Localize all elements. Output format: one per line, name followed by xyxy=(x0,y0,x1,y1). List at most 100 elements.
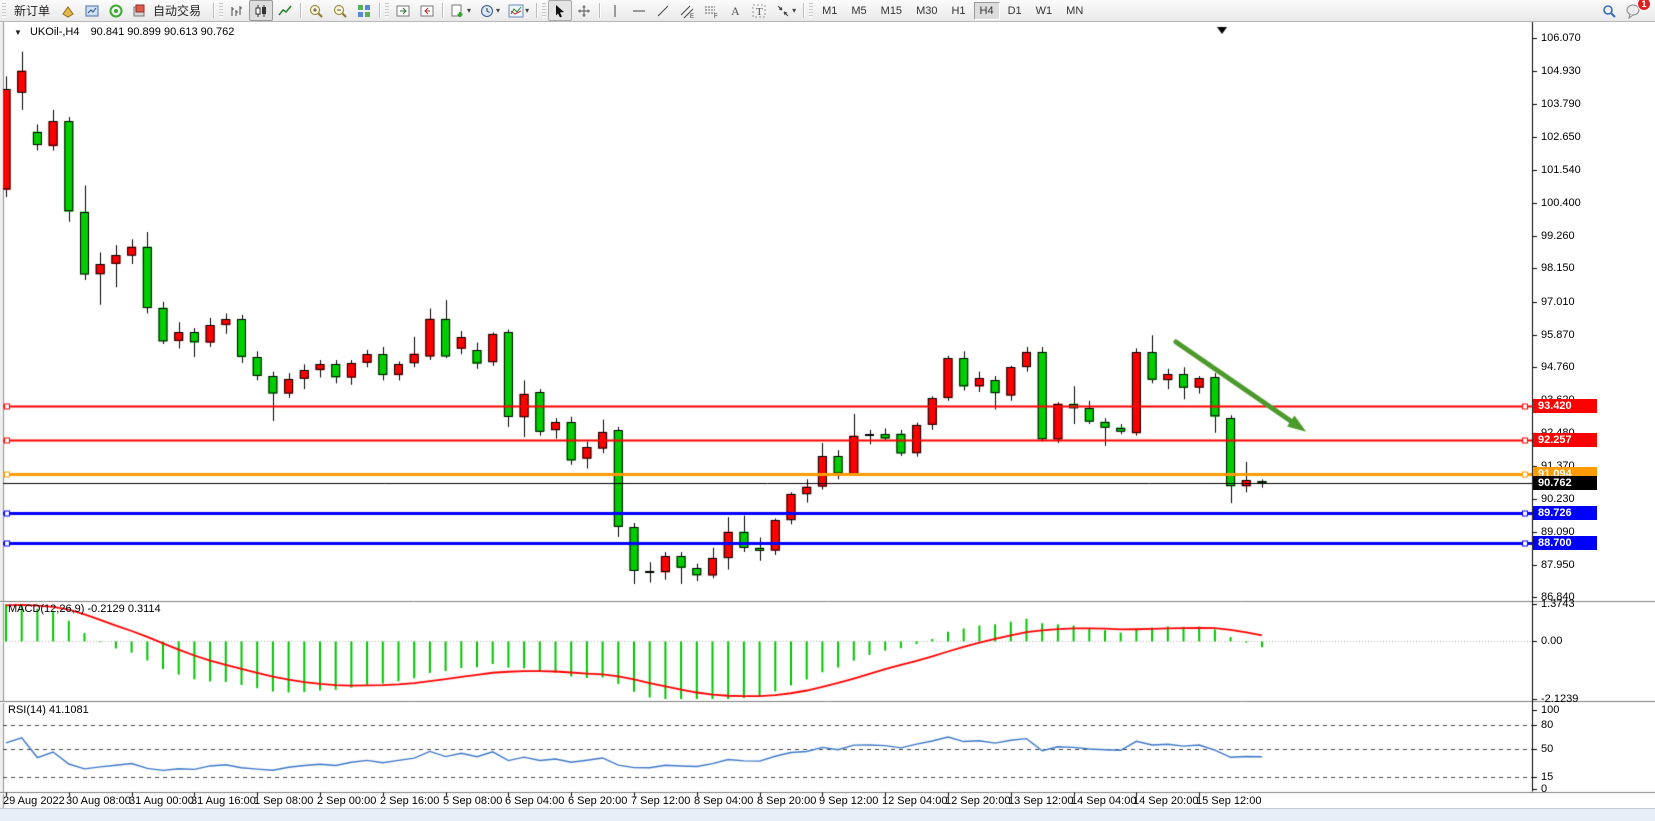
indicators-icon[interactable]: ▾ xyxy=(504,0,533,21)
time-tick-label: 6 Sep 20:00 xyxy=(568,795,627,807)
main-chart-canvas[interactable] xyxy=(0,0,1655,821)
price-tick-label: 106.070 xyxy=(1541,32,1581,44)
zoom-in-icon[interactable] xyxy=(304,0,328,21)
time-tick-label: 29 Aug 2022 xyxy=(3,795,65,807)
zoom-out-icon[interactable] xyxy=(328,0,352,21)
rsi-tick-label: 0 xyxy=(1541,783,1547,795)
separator xyxy=(599,3,600,18)
svg-text:F: F xyxy=(714,14,718,19)
separator xyxy=(442,3,443,18)
price-tick-label: 101.540 xyxy=(1541,164,1581,176)
text-label-tool-icon[interactable]: T xyxy=(747,0,771,21)
dropdown-caret[interactable]: ▾ xyxy=(525,6,529,15)
price-level-tag[interactable]: 88.700 xyxy=(1533,536,1597,550)
price-tick-label: 99.260 xyxy=(1541,230,1575,242)
timeframe-m15[interactable]: M15 xyxy=(875,2,908,20)
time-tick-label: 5 Sep 08:00 xyxy=(443,795,502,807)
search-icon[interactable] xyxy=(1597,0,1621,21)
time-tick-label: 7 Sep 12:00 xyxy=(631,795,690,807)
new-order-button[interactable]: 新订单 xyxy=(8,0,56,21)
dropdown-caret[interactable]: ▾ xyxy=(496,6,500,15)
macd-tick-label: 0.00 xyxy=(1541,635,1562,647)
new-chart-icon[interactable]: ▾ xyxy=(446,0,475,21)
timeframe-mn[interactable]: MN xyxy=(1060,2,1089,20)
price-tick-label: 102.650 xyxy=(1541,131,1581,143)
timeframe-d1[interactable]: D1 xyxy=(1002,2,1028,20)
separator xyxy=(379,3,380,18)
notification-badge: 1 xyxy=(1637,0,1651,11)
time-tick-label: 31 Aug 16:00 xyxy=(191,795,256,807)
time-tick-label: 12 Sep 04:00 xyxy=(882,795,947,807)
tile-windows-icon[interactable] xyxy=(352,0,376,21)
toolbar-grip[interactable] xyxy=(385,3,389,18)
arrows-tool-icon[interactable]: ▾ xyxy=(771,0,800,21)
timeframe-m1[interactable]: M1 xyxy=(816,2,843,20)
separator xyxy=(536,3,537,18)
channel-tool-icon[interactable]: E xyxy=(675,0,699,21)
period-clock-icon[interactable]: ▾ xyxy=(475,0,504,21)
timeframe-h1[interactable]: H1 xyxy=(945,2,971,20)
price-tick-label: 87.950 xyxy=(1541,559,1575,571)
separator xyxy=(803,3,804,18)
svg-text:E: E xyxy=(690,14,694,19)
horizontal-line-tool-icon[interactable] xyxy=(627,0,651,21)
price-tick-label: 97.010 xyxy=(1541,296,1575,308)
time-tick-label: 8 Sep 04:00 xyxy=(694,795,753,807)
separator xyxy=(300,3,301,18)
toolbar-grip[interactable] xyxy=(219,3,223,18)
price-level-tag[interactable]: 92.257 xyxy=(1533,433,1597,447)
chart-symbol-period: UKOil-,H4 xyxy=(30,26,80,38)
bar-chart-mode-icon[interactable] xyxy=(225,0,249,21)
svg-text:T: T xyxy=(756,6,763,18)
rsi-tick-label: 15 xyxy=(1541,771,1553,783)
auto-scroll-icon[interactable] xyxy=(391,0,415,21)
separator xyxy=(213,3,214,18)
candlestick-mode-icon[interactable] xyxy=(249,0,273,21)
text-tool-icon[interactable]: A xyxy=(723,0,747,21)
chart-ohlc-values: 90.841 90.899 90.613 90.762 xyxy=(91,26,235,38)
chart-title[interactable]: ▼ UKOil-,H4 90.841 90.899 90.613 90.762 xyxy=(14,26,234,38)
market-watch-icon[interactable] xyxy=(80,0,104,21)
time-tick-label: 31 Aug 00:00 xyxy=(129,795,194,807)
time-tick-label: 8 Sep 20:00 xyxy=(757,795,816,807)
orders-icon[interactable] xyxy=(56,0,80,21)
vertical-line-tool-icon[interactable] xyxy=(603,0,627,21)
trendline-tool-icon[interactable] xyxy=(651,0,675,21)
price-tick-label: 104.930 xyxy=(1541,65,1581,77)
time-tick-label: 2 Sep 16:00 xyxy=(380,795,439,807)
signals-icon[interactable] xyxy=(104,0,128,21)
rsi-indicator-label: RSI(14) 41.1081 xyxy=(8,704,89,716)
toolbar: 新订单 自动交易 ▾ ▾ ▾ E F A T ▾ M xyxy=(0,0,1655,22)
chart-shift-icon[interactable] xyxy=(415,0,439,21)
timeframe-h4[interactable]: H4 xyxy=(974,2,1000,20)
chart-menu-caret-icon[interactable]: ▼ xyxy=(14,28,22,37)
line-chart-mode-icon[interactable] xyxy=(273,0,297,21)
dropdown-caret[interactable]: ▾ xyxy=(792,6,796,15)
price-level-tag[interactable]: 90.762 xyxy=(1533,476,1597,490)
timeframe-m30[interactable]: M30 xyxy=(910,2,943,20)
time-tick-label: 30 Aug 08:00 xyxy=(66,795,131,807)
fibonacci-tool-icon[interactable]: F xyxy=(699,0,723,21)
timeframe-w1[interactable]: W1 xyxy=(1030,2,1059,20)
notifications-icon[interactable]: 1 xyxy=(1621,0,1647,21)
macd-tick-label: 1.3743 xyxy=(1541,598,1575,610)
time-tick-label: 9 Sep 12:00 xyxy=(819,795,878,807)
macd-indicator-label: MACD(12,26,9) -0.2129 0.3114 xyxy=(8,603,161,615)
toolbar-grip[interactable] xyxy=(2,3,6,18)
cursor-tool-icon[interactable] xyxy=(548,0,572,21)
status-strip xyxy=(0,808,1655,821)
dropdown-caret[interactable]: ▾ xyxy=(467,6,471,15)
crosshair-tool-icon[interactable] xyxy=(572,0,596,21)
timeframe-m5[interactable]: M5 xyxy=(845,2,872,20)
time-tick-label: 15 Sep 12:00 xyxy=(1196,795,1261,807)
auto-trading-button[interactable]: 自动交易 xyxy=(128,0,210,21)
time-tick-label: 1 Sep 08:00 xyxy=(254,795,313,807)
toolbar-grip[interactable] xyxy=(809,3,813,18)
price-level-tag[interactable]: 93.420 xyxy=(1533,399,1597,413)
time-tick-label: 13 Sep 12:00 xyxy=(1008,795,1073,807)
price-level-tag[interactable]: 89.726 xyxy=(1533,506,1597,520)
rsi-tick-label: 80 xyxy=(1541,719,1553,731)
toolbar-grip[interactable] xyxy=(542,3,546,18)
timeframe-group: M1M5M15M30H1H4D1W1MN xyxy=(815,2,1090,20)
price-tick-label: 103.790 xyxy=(1541,98,1581,110)
